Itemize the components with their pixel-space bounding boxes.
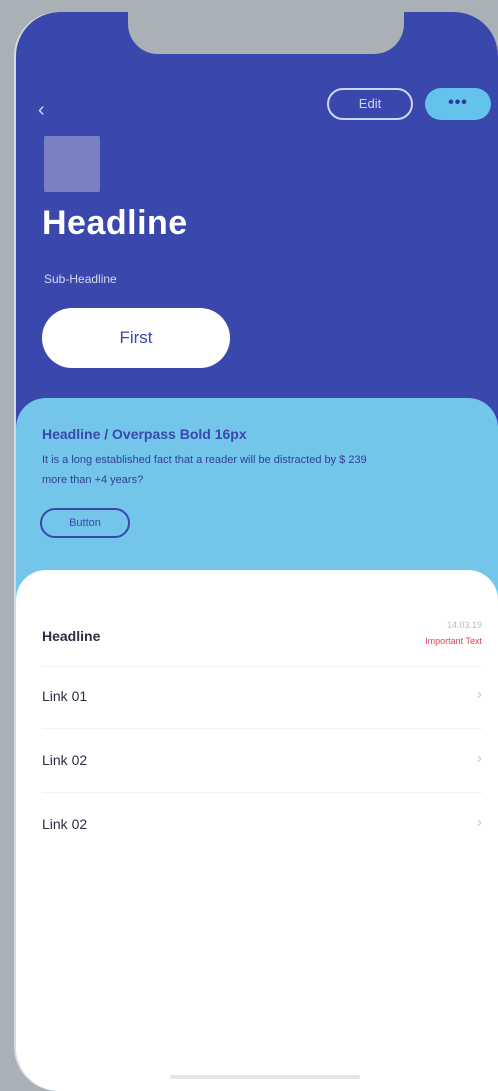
list-header: Headline 14.03.19 Important Text <box>42 620 482 660</box>
chevron-right-icon: › <box>476 750 482 767</box>
divider <box>42 666 482 667</box>
more-options-icon[interactable]: ••• <box>425 88 491 120</box>
link-label: Link 02 <box>42 816 88 832</box>
link-label: Link 01 <box>42 688 88 704</box>
content-sheet: Headline 14.03.19 Important Text Link 01… <box>16 570 498 1091</box>
link-row-1[interactable]: Link 01 › <box>42 676 482 720</box>
first-button[interactable]: First <box>42 308 230 368</box>
header: ‹ Edit ••• Headline Sub-Headline First <box>16 12 498 442</box>
promo-title: Headline / Overpass Bold 16px <box>42 426 247 442</box>
device-notch <box>128 12 404 54</box>
avatar-placeholder <box>44 136 100 192</box>
link-label: Link 02 <box>42 752 88 768</box>
important-text: Important Text <box>425 636 482 646</box>
edit-button[interactable]: Edit <box>327 88 413 120</box>
list-headline: Headline <box>42 628 101 644</box>
chevron-right-icon: › <box>476 814 482 831</box>
back-chevron-icon[interactable]: ‹ <box>38 98 62 122</box>
list-date: 14.03.19 <box>446 620 482 630</box>
promo-text: It is a long established fact that a rea… <box>42 454 367 486</box>
divider <box>42 728 482 729</box>
page-subtitle: Sub-Headline <box>44 272 117 286</box>
divider <box>42 792 482 793</box>
home-indicator <box>170 1075 360 1079</box>
promo-button[interactable]: Button <box>40 508 130 538</box>
phone-screen: ‹ Edit ••• Headline Sub-Headline First H… <box>16 12 498 1091</box>
chevron-right-icon: › <box>476 686 482 703</box>
page-title: Headline <box>42 204 188 242</box>
link-row-2[interactable]: Link 02 › <box>42 740 482 784</box>
link-row-3[interactable]: Link 02 › <box>42 804 482 848</box>
